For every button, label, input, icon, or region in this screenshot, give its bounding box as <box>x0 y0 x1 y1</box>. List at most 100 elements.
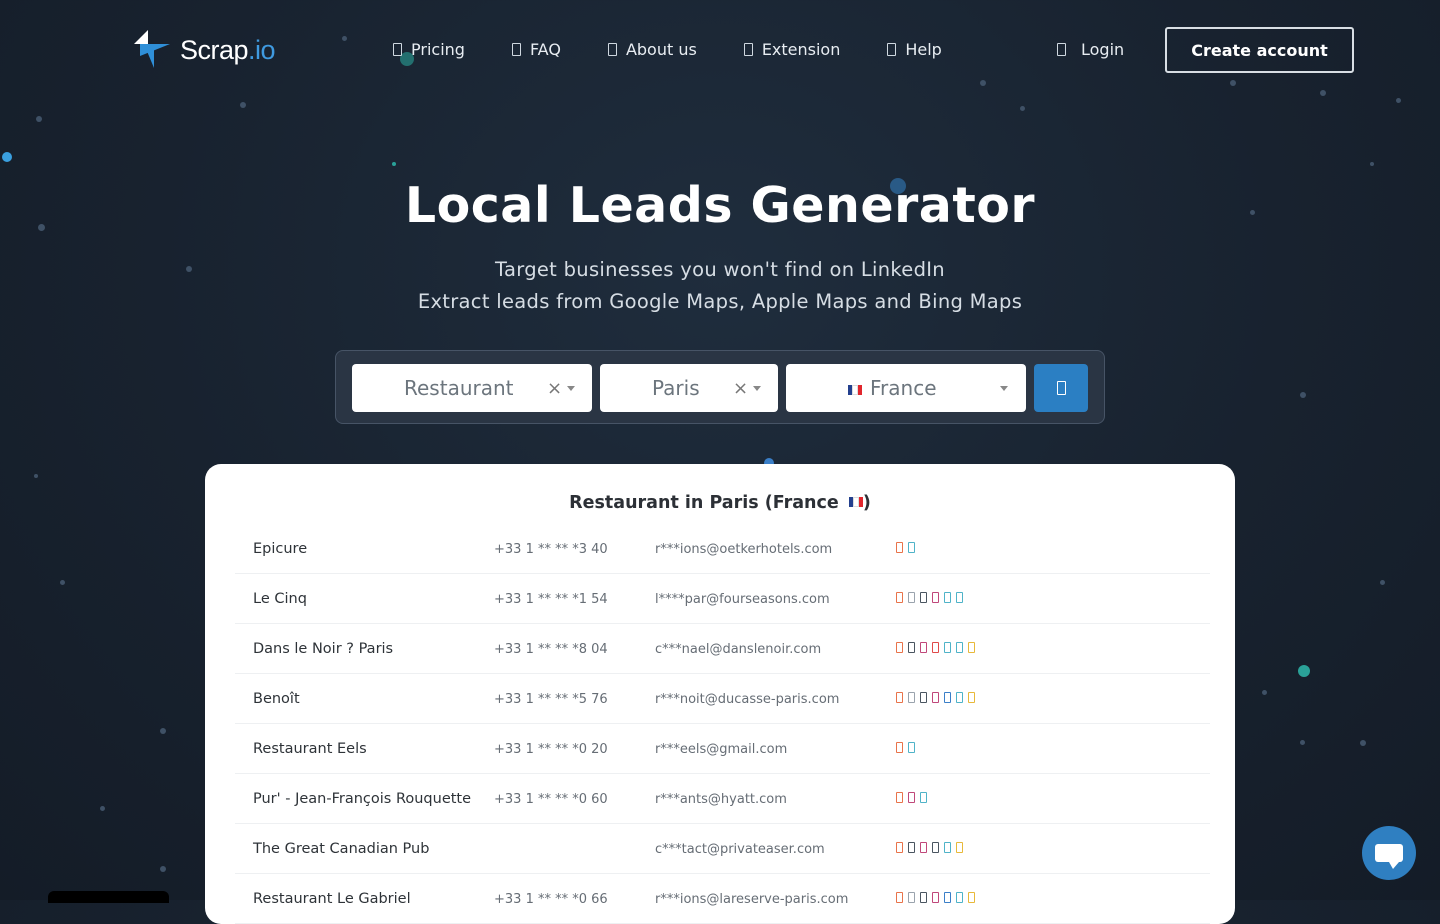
business-phone: +33 1 ** ** *5 76 <box>494 692 608 707</box>
social-link-icon[interactable] <box>908 592 915 603</box>
question-icon <box>511 43 521 56</box>
social-link-icon[interactable] <box>956 892 963 903</box>
social-icons <box>896 592 963 603</box>
social-link-icon[interactable] <box>908 542 915 553</box>
business-phone: +33 1 ** ** *8 04 <box>494 642 608 657</box>
social-link-icon[interactable] <box>920 792 927 803</box>
business-email: r***ions@oetkerhotels.com <box>655 542 833 557</box>
results-list: Epicure +33 1 ** ** *3 40 r***ions@oetkerh… <box>235 524 1210 924</box>
social-link-icon[interactable] <box>920 692 927 703</box>
chat-icon <box>1375 844 1403 869</box>
social-link-icon[interactable] <box>896 792 903 803</box>
nav-about-us[interactable]: About us <box>607 40 697 59</box>
business-name: Pur' - Jean-François Rouquette <box>253 791 472 807</box>
table-row[interactable]: Restaurant Le Gabriel +33 1 ** ** *0 66 r*… <box>235 874 1210 924</box>
category-select[interactable]: Restaurant × <box>352 364 592 412</box>
business-name: Benoît <box>253 691 300 707</box>
business-phone: +33 1 ** ** *0 20 <box>494 742 608 757</box>
help-icon <box>887 43 897 56</box>
flag-france-icon <box>848 384 862 395</box>
social-link-icon[interactable] <box>920 892 927 903</box>
social-icons <box>896 892 975 903</box>
create-account-button[interactable]: Create account <box>1165 27 1354 73</box>
business-email: l****par@fourseasons.com <box>655 592 830 607</box>
social-link-icon[interactable] <box>968 642 975 653</box>
social-link-icon[interactable] <box>920 842 927 853</box>
flag-france-icon <box>848 496 863 507</box>
business-name: Le Cinq <box>253 591 307 607</box>
social-link-icon[interactable] <box>932 692 939 703</box>
social-link-icon[interactable] <box>932 592 939 603</box>
business-email: r***noit@ducasse-paris.com <box>655 692 840 707</box>
business-email: r***eels@gmail.com <box>655 742 788 757</box>
search-bar: Restaurant × Paris × France <box>335 350 1105 424</box>
social-icons <box>896 542 915 553</box>
results-card: Restaurant in Paris (France ) Epicure +33… <box>205 464 1235 924</box>
social-link-icon[interactable] <box>896 692 903 703</box>
social-link-icon[interactable] <box>896 592 903 603</box>
chat-button[interactable] <box>1362 826 1416 880</box>
city-select[interactable]: Paris × <box>600 364 778 412</box>
social-link-icon[interactable] <box>896 742 903 753</box>
nav-faq[interactable]: FAQ <box>511 40 561 59</box>
social-link-icon[interactable] <box>896 542 903 553</box>
social-link-icon[interactable] <box>908 892 915 903</box>
nav-extension[interactable]: Extension <box>743 40 840 59</box>
table-row[interactable]: Le Cinq +33 1 ** ** *1 54 l****par@foursea… <box>235 574 1210 624</box>
social-link-icon[interactable] <box>956 642 963 653</box>
country-select[interactable]: France <box>786 364 1026 412</box>
info-icon <box>607 43 617 56</box>
social-link-icon[interactable] <box>944 642 951 653</box>
category-clear-icon[interactable]: × <box>547 378 562 399</box>
business-phone: +33 1 ** ** *0 60 <box>494 792 608 807</box>
social-link-icon[interactable] <box>908 642 915 653</box>
social-link-icon[interactable] <box>956 692 963 703</box>
social-link-icon[interactable] <box>896 892 903 903</box>
business-email: r***ants@hyatt.com <box>655 792 787 807</box>
city-clear-icon[interactable]: × <box>733 378 748 399</box>
business-name: Dans le Noir ? Paris <box>253 641 394 657</box>
table-row[interactable]: The Great Canadian Pub c***tact@privateas… <box>235 824 1210 874</box>
social-link-icon[interactable] <box>920 642 927 653</box>
login-link[interactable]: Login <box>1057 40 1124 59</box>
table-row[interactable]: Benoît +33 1 ** ** *5 76 r***noit@ducasse-… <box>235 674 1210 724</box>
brand-logo[interactable]: Scrap.io <box>134 30 276 70</box>
user-icon <box>1057 43 1066 56</box>
social-link-icon[interactable] <box>944 842 951 853</box>
puzzle-icon <box>743 43 753 56</box>
social-link-icon[interactable] <box>956 592 963 603</box>
table-row[interactable]: Restaurant Eels +33 1 ** ** *0 20 r***eels… <box>235 724 1210 774</box>
social-link-icon[interactable] <box>944 692 951 703</box>
table-row[interactable]: Pur' - Jean-François Rouquette +33 1 ** *… <box>235 774 1210 824</box>
table-row[interactable]: Dans le Noir ? Paris +33 1 ** ** *8 04 c**… <box>235 624 1210 674</box>
social-link-icon[interactable] <box>896 642 903 653</box>
social-link-icon[interactable] <box>944 592 951 603</box>
business-phone: +33 1 ** ** *1 54 <box>494 592 608 607</box>
tag-icon <box>393 43 402 56</box>
social-link-icon[interactable] <box>932 642 939 653</box>
table-row[interactable]: Epicure +33 1 ** ** *3 40 r***ions@oetkerh… <box>235 524 1210 574</box>
nav-help[interactable]: Help <box>887 40 942 59</box>
social-link-icon[interactable] <box>908 842 915 853</box>
cookie-tab[interactable] <box>48 891 169 903</box>
social-link-icon[interactable] <box>908 692 915 703</box>
city-value: Paris <box>652 376 700 400</box>
search-button[interactable] <box>1034 364 1088 412</box>
chevron-down-icon <box>753 385 761 391</box>
social-icons <box>896 792 927 803</box>
logo-icon <box>134 30 174 70</box>
social-link-icon[interactable] <box>932 892 939 903</box>
page-title: Local Leads Generator <box>404 177 1036 234</box>
nav-pricing[interactable]: Pricing <box>393 40 465 59</box>
social-link-icon[interactable] <box>932 842 939 853</box>
social-link-icon[interactable] <box>944 892 951 903</box>
social-link-icon[interactable] <box>956 842 963 853</box>
social-link-icon[interactable] <box>920 592 927 603</box>
social-link-icon[interactable] <box>968 692 975 703</box>
social-link-icon[interactable] <box>896 842 903 853</box>
social-link-icon[interactable] <box>968 892 975 903</box>
hero-subtitle-2: Extract leads from Google Maps, Apple Ma… <box>417 290 1023 313</box>
brand-name: Scrap.io <box>180 34 276 65</box>
social-link-icon[interactable] <box>908 792 915 803</box>
social-link-icon[interactable] <box>908 742 915 753</box>
